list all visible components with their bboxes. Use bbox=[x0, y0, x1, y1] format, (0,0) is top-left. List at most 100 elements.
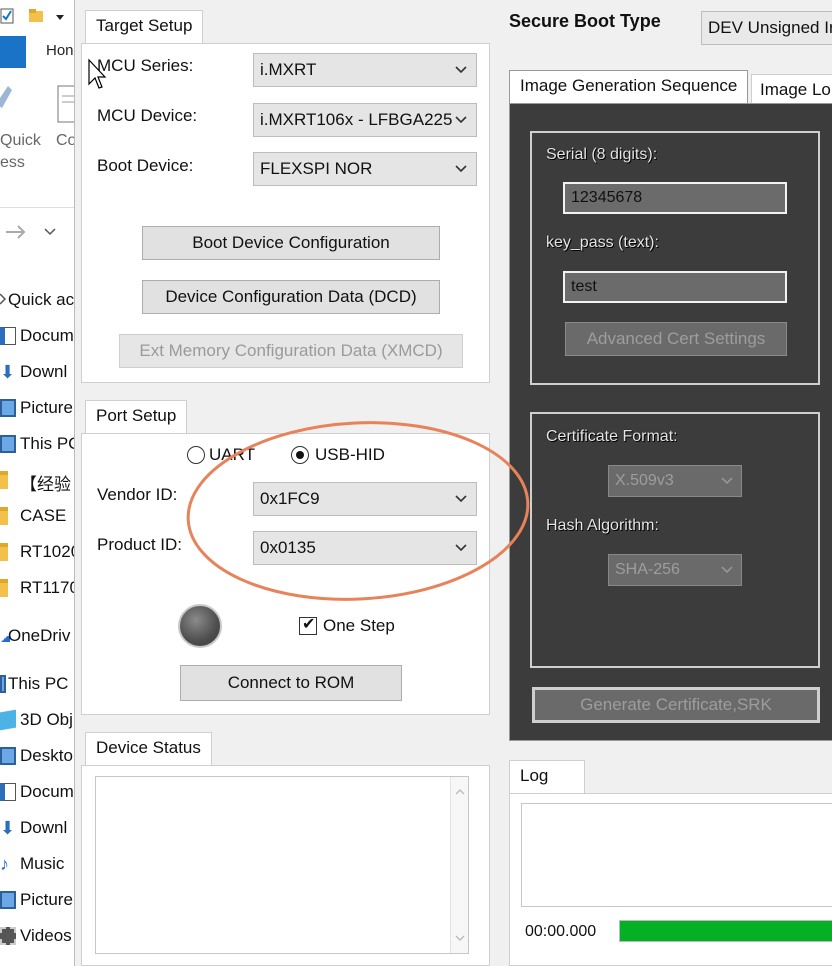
hash-algorithm-select[interactable]: SHA-256 bbox=[608, 554, 742, 586]
one-step-label[interactable]: One Step bbox=[323, 616, 395, 636]
scroll-up-icon[interactable] bbox=[455, 787, 465, 797]
connection-status-led bbox=[178, 604, 222, 648]
download-icon: ⬇ bbox=[0, 818, 16, 838]
mcu-series-label: MCU Series: bbox=[97, 56, 194, 75]
desktop-icon bbox=[0, 747, 16, 765]
download-icon: ⬇ bbox=[0, 362, 16, 382]
key-pass-input[interactable]: test bbox=[563, 271, 787, 303]
ribbon: Quick Co ess bbox=[0, 68, 74, 208]
chevron-down-icon bbox=[455, 495, 467, 503]
product-id-label: Product ID: bbox=[97, 535, 183, 554]
tab-image-log[interactable]: Image Lo bbox=[751, 74, 832, 104]
folder-icon bbox=[0, 471, 8, 489]
boot-device-value: FLEXSPI NOR bbox=[260, 159, 373, 178]
tab-target-setup[interactable]: Target Setup bbox=[85, 10, 204, 44]
tree-item-pictures-2[interactable]: Picture bbox=[0, 887, 74, 917]
tree-item-documents-2[interactable]: Docum bbox=[0, 779, 74, 809]
nav-row bbox=[0, 210, 74, 254]
ribbon-quick-access-label: Quick bbox=[0, 132, 41, 149]
folder-icon[interactable] bbox=[28, 8, 44, 24]
tree-item-desktop[interactable]: Deskto bbox=[0, 743, 74, 773]
chevron-down-icon bbox=[455, 66, 467, 74]
secure-boot-type-label: Secure Boot Type bbox=[509, 11, 661, 31]
hash-algorithm-value: SHA-256 bbox=[615, 561, 680, 578]
tree-item-folder-case[interactable]: CASE bbox=[0, 503, 74, 533]
tab-log[interactable]: Log bbox=[509, 760, 585, 794]
music-icon: ♪ bbox=[0, 854, 9, 874]
serial-input[interactable]: 12345678 bbox=[563, 182, 787, 214]
connect-to-rom-button[interactable]: Connect to ROM bbox=[180, 665, 402, 701]
tree-item-folder-rt1170[interactable]: RT1170 bbox=[0, 575, 74, 605]
dcd-button[interactable]: Device Configuration Data (DCD) bbox=[142, 280, 440, 314]
product-id-select[interactable]: 0x0135 bbox=[253, 531, 477, 565]
usb-hid-label[interactable]: USB-HID bbox=[315, 445, 385, 465]
forward-arrow-icon[interactable] bbox=[4, 224, 28, 240]
vendor-id-select[interactable]: 0x1FC9 bbox=[253, 482, 477, 516]
cube-icon bbox=[0, 709, 16, 731]
secure-boot-type-select[interactable]: DEV Unsigned Ir bbox=[701, 11, 832, 45]
target-setup-panel bbox=[81, 43, 490, 383]
usb-hid-radio[interactable] bbox=[291, 446, 309, 464]
tree-item-folder-rt1020[interactable]: RT1020 bbox=[0, 539, 74, 569]
chevron-down-icon bbox=[455, 165, 467, 173]
dropdown-arrow-icon[interactable] bbox=[55, 14, 65, 22]
mcu-series-value: i.MXRT bbox=[260, 60, 317, 79]
key-pass-label: key_pass (text): bbox=[546, 234, 659, 251]
tree-item-this-pc[interactable]: This PC bbox=[0, 431, 74, 461]
tree-item-3d-objects[interactable]: 3D Obj bbox=[0, 707, 74, 737]
generate-certificate-srk-button[interactable]: Generate Certificate,SRK bbox=[532, 687, 820, 723]
copy-icon[interactable] bbox=[54, 82, 74, 126]
chevron-right-icon[interactable] bbox=[0, 293, 8, 305]
chevron-down-icon bbox=[721, 566, 733, 574]
device-status-scrollbar[interactable] bbox=[450, 777, 468, 953]
vendor-id-label: Vendor ID: bbox=[97, 485, 178, 504]
explorer-title-bar bbox=[0, 0, 74, 36]
document-icon bbox=[0, 327, 16, 345]
certificate-format-select[interactable]: X.509v3 bbox=[608, 465, 742, 497]
tree-item-videos[interactable]: Videos bbox=[0, 923, 74, 953]
tree-item-onedrive[interactable]: ☁ OneDriv bbox=[0, 623, 74, 653]
tab-image-generation-sequence[interactable]: Image Generation Sequence bbox=[509, 70, 749, 104]
mcu-series-select[interactable]: i.MXRT bbox=[253, 53, 477, 87]
scroll-down-icon[interactable] bbox=[455, 933, 465, 943]
boot-device-select[interactable]: FLEXSPI NOR bbox=[253, 152, 477, 186]
home-tab[interactable]: Hon bbox=[46, 42, 74, 59]
one-step-checkbox[interactable]: ✔ bbox=[299, 616, 317, 635]
xmcd-button[interactable]: Ext Memory Configuration Data (XMCD) bbox=[119, 334, 463, 368]
folder-icon bbox=[0, 507, 8, 525]
hash-algorithm-label: Hash Algorithm: bbox=[546, 517, 659, 534]
checkbox-icon[interactable] bbox=[0, 8, 14, 24]
tree-item-documents[interactable]: Docum bbox=[0, 323, 74, 353]
pc-icon bbox=[0, 675, 6, 693]
document-icon bbox=[0, 783, 16, 801]
uart-label[interactable]: UART bbox=[209, 445, 255, 465]
certificate-format-label: Certificate Format: bbox=[546, 428, 678, 445]
checkmark-icon: ✔ bbox=[302, 616, 316, 633]
chevron-down-icon[interactable] bbox=[44, 227, 56, 237]
tab-device-status[interactable]: Device Status bbox=[85, 732, 212, 766]
folder-icon bbox=[0, 543, 8, 561]
advanced-cert-settings-button[interactable]: Advanced Cert Settings bbox=[565, 322, 787, 356]
log-textarea[interactable] bbox=[521, 803, 832, 907]
mouse-cursor-icon bbox=[88, 58, 107, 89]
tree-item-pictures[interactable]: Picture bbox=[0, 395, 74, 425]
file-tab[interactable] bbox=[0, 36, 26, 68]
tree-item-folder-experience[interactable]: 【经验 bbox=[0, 467, 74, 497]
tree-item-downloads[interactable]: ⬇ Downl bbox=[0, 359, 74, 389]
pin-icon[interactable] bbox=[0, 82, 14, 126]
device-status-textarea[interactable] bbox=[95, 776, 469, 954]
tree-item-music[interactable]: ♪ Music bbox=[0, 851, 74, 881]
boot-device-configuration-button[interactable]: Boot Device Configuration bbox=[142, 226, 440, 260]
tree-item-downloads-2[interactable]: ⬇ Downl bbox=[0, 815, 74, 845]
chevron-down-icon bbox=[455, 116, 467, 124]
uart-radio[interactable] bbox=[187, 446, 205, 464]
boot-device-label: Boot Device: bbox=[97, 156, 194, 175]
tab-port-setup[interactable]: Port Setup bbox=[85, 400, 188, 434]
tree-item-this-pc-2[interactable]: This PC bbox=[0, 671, 74, 701]
video-icon bbox=[0, 927, 16, 945]
ribbon-copy-label: Co bbox=[56, 132, 74, 149]
ribbon-access-label: ess bbox=[0, 154, 25, 171]
mcu-device-select[interactable]: i.MXRT106x - LFBGA225 bbox=[253, 103, 477, 137]
image-generation-panel: Serial (8 digits): 12345678 key_pass (te… bbox=[509, 103, 832, 741]
tree-item-quick-access[interactable]: Quick ac bbox=[0, 287, 74, 317]
